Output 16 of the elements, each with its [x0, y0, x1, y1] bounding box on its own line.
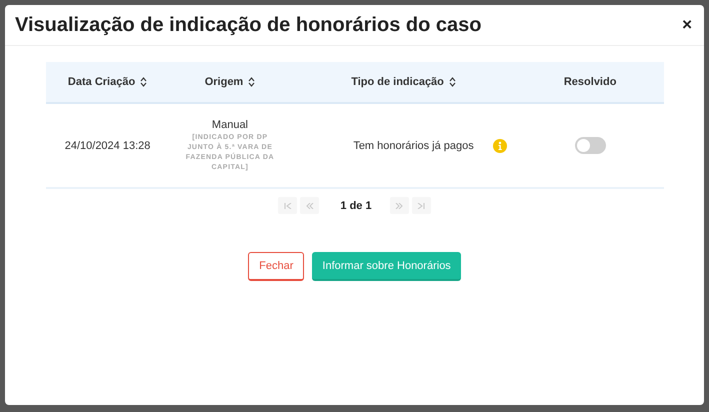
- column-header[interactable]: Origem: [204, 76, 256, 88]
- arrow-icon: [417, 202, 426, 208]
- table-cell: 24/10/2024 13:28: [64, 140, 150, 152]
- column-header[interactable]: Tipo de indicação: [351, 76, 456, 88]
- dialog-title: Visualização de indicação de honorários do caso: [15, 14, 482, 36]
- table-cell-text: Manual: [210, 118, 249, 130]
- close-button[interactable]: ×: [680, 15, 694, 35]
- arrow-icon: [306, 202, 314, 208]
- column-header: Resolvido: [564, 76, 616, 88]
- toggle-switch[interactable]: [574, 137, 606, 154]
- page-indicator: 1 de 1: [340, 200, 372, 212]
- arrow-icon: [395, 202, 404, 208]
- arrow-icon: [284, 202, 292, 208]
- table-cell: Tem honorários já pagos: [353, 140, 474, 152]
- close-button[interactable]: Fechar: [248, 252, 304, 281]
- column-header[interactable]: Data Criação: [68, 76, 148, 88]
